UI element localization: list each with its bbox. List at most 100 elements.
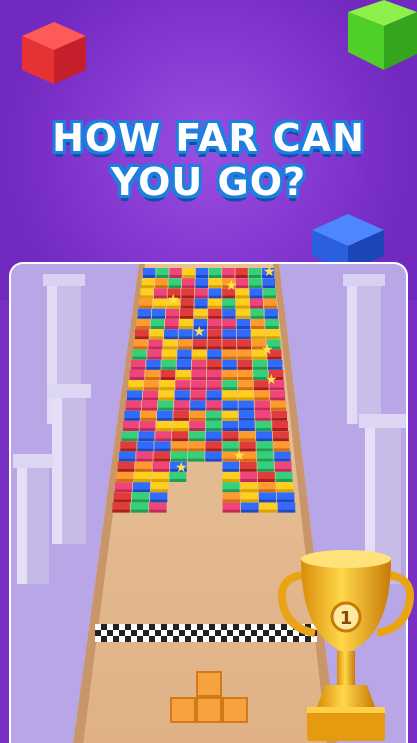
tile-block — [250, 319, 265, 326]
tile-block — [277, 492, 295, 500]
finish-square — [161, 636, 167, 642]
finish-square — [239, 624, 245, 630]
tile-block-side — [274, 468, 292, 472]
tile-block — [251, 329, 266, 337]
tile-block — [272, 431, 289, 439]
tile-block-side — [135, 336, 149, 340]
tile-block — [180, 298, 194, 306]
tile-block-side — [127, 397, 143, 401]
tile-block-side — [205, 428, 222, 431]
tile-block — [149, 492, 168, 500]
tile-block-side — [222, 326, 236, 329]
tile-block — [222, 431, 239, 439]
tile-block — [134, 472, 151, 479]
tile-block — [255, 410, 271, 418]
tile-block — [168, 278, 182, 286]
tile-block-side — [189, 428, 206, 431]
tile-block — [263, 298, 277, 306]
tile-block-side — [272, 438, 289, 442]
tile-block — [222, 502, 241, 510]
tile-block-side — [137, 448, 154, 452]
tile-block-side — [208, 285, 222, 289]
tile-block — [182, 268, 195, 275]
tile-block — [222, 390, 238, 398]
tile-block-side — [205, 438, 222, 442]
tile-block — [235, 268, 248, 275]
tile-block — [205, 451, 222, 459]
tile-block-side — [157, 417, 173, 421]
tile-block — [143, 268, 156, 275]
finish-square — [119, 630, 125, 636]
tile-block-side — [140, 295, 154, 299]
star-icon: ★ — [233, 448, 246, 464]
finish-square — [155, 624, 161, 630]
tile-block-side — [153, 295, 167, 299]
tile-block-side — [123, 428, 139, 431]
tile-block-side — [132, 356, 147, 360]
tile-block — [256, 441, 273, 449]
tile-block — [239, 421, 255, 428]
tile-block — [188, 451, 205, 459]
tile-block — [155, 431, 172, 439]
tile-block — [138, 431, 155, 439]
tile-block — [190, 400, 206, 408]
tile-block-side — [263, 295, 277, 299]
tile-block — [131, 492, 150, 500]
tile-block-side — [239, 428, 255, 431]
tile-block-side — [160, 377, 176, 380]
tile-block — [265, 329, 280, 337]
tile-block — [137, 441, 154, 449]
player-block — [222, 697, 248, 723]
tile-block-side — [222, 479, 240, 482]
tile-block-side — [125, 407, 141, 411]
tile-block — [258, 492, 277, 500]
tile-block — [148, 339, 163, 347]
headline-line-1: HOW FAR CAN — [52, 116, 365, 160]
finish-square — [119, 636, 125, 642]
tile-block — [173, 410, 189, 418]
tile-block-side — [115, 489, 133, 493]
finish-square — [221, 624, 227, 630]
tile-block-side — [174, 407, 190, 411]
tile-block — [188, 441, 205, 449]
tile-block-side — [188, 438, 205, 442]
finish-square — [113, 636, 119, 642]
finish-square — [257, 630, 263, 636]
tile-block-side — [206, 387, 222, 391]
finish-square — [149, 630, 155, 636]
tile-block — [164, 319, 179, 326]
tile-block-side — [191, 377, 207, 380]
tile-block-side — [155, 438, 172, 442]
finish-square — [95, 630, 101, 636]
tile-block — [222, 319, 236, 326]
tile-block-side — [151, 479, 169, 482]
finish-square — [215, 630, 221, 636]
tile-block — [209, 268, 222, 275]
tile-block-side — [172, 438, 189, 442]
tile-block — [130, 502, 149, 510]
tile-block-side — [265, 336, 280, 340]
tile-block — [268, 359, 283, 367]
tile-block — [254, 390, 270, 398]
tile-block — [125, 400, 141, 408]
tile-block — [208, 298, 222, 306]
trophy-rank-label: 1 — [340, 608, 353, 629]
tile-block — [136, 451, 153, 459]
tile-block — [270, 390, 286, 398]
tile-block — [271, 410, 288, 418]
tile-block — [238, 380, 253, 388]
finish-square — [173, 636, 179, 642]
tile-block-side — [270, 407, 287, 411]
tile-block-side — [120, 448, 137, 452]
tile-block — [179, 319, 193, 326]
tile-block — [222, 380, 238, 388]
tile-block-side — [208, 305, 222, 309]
finish-square — [257, 636, 263, 642]
finish-square — [215, 624, 221, 630]
tile-block — [206, 410, 222, 418]
tile-block-side — [207, 366, 222, 370]
tile-block-side — [173, 417, 189, 421]
tile-block-side — [257, 458, 274, 462]
tile-block — [137, 308, 151, 316]
tile-block-side — [208, 295, 222, 299]
